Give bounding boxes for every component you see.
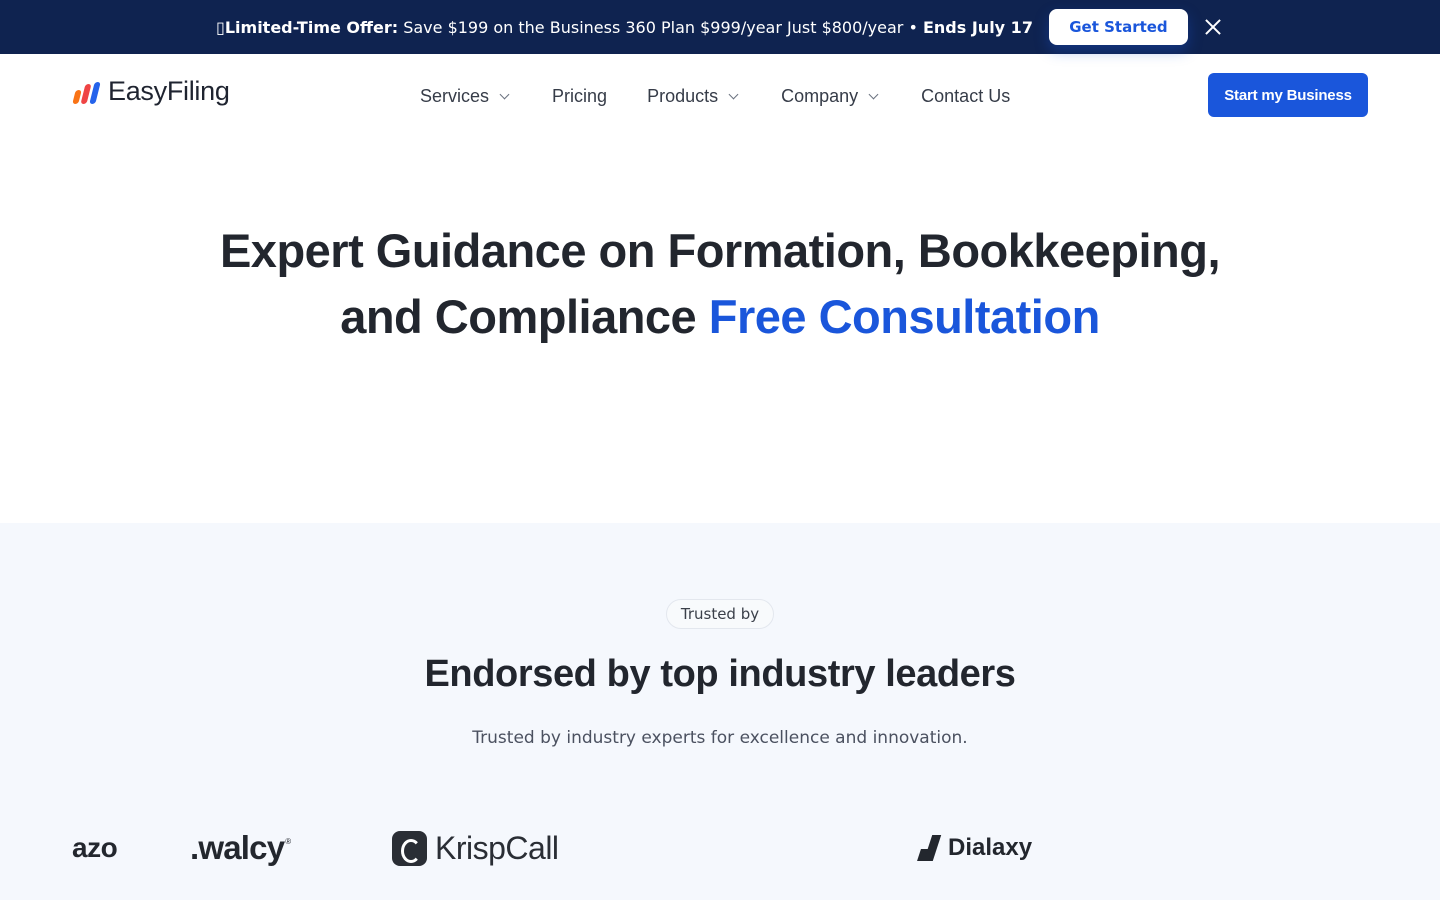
nav-contact-label: Contact Us xyxy=(921,85,1011,106)
nav-products-label: Products xyxy=(647,85,719,106)
brand-name: EasyFiling xyxy=(108,76,230,106)
hero-title-line1: Expert Guidance on Formation, Bookkeepin… xyxy=(219,224,1221,277)
nav-pricing[interactable]: Pricing xyxy=(552,86,607,107)
logo-mark-icon xyxy=(72,80,101,104)
trusted-subtitle: Trusted by industry experts for excellen… xyxy=(472,728,968,748)
partner-logos: azo .walcy ® KrispCall Dialaxy xyxy=(72,813,1368,883)
logo-dialaxy-text: Dialaxy xyxy=(948,834,1033,861)
chevron-down-icon xyxy=(868,89,879,99)
brand-logo[interactable]: EasyFiling xyxy=(72,76,230,107)
trusted-section: Trusted by Endorsed by top industry lead… xyxy=(0,523,1440,900)
hero-title-line2: and Compliance xyxy=(340,290,709,343)
logo-azo: azo xyxy=(72,813,118,883)
nav-services-label: Services xyxy=(420,85,490,106)
nav-company[interactable]: Company xyxy=(781,85,879,107)
promo-offer: Save $199 on the Business 360 Plan $999/… xyxy=(398,17,923,37)
promo-bar: ▯Limited-Time Offer: Save $199 on the Bu… xyxy=(0,0,1440,54)
hero-section: Expert Guidance on Formation, Bookkeepin… xyxy=(0,138,1440,523)
main-nav: Services Pricing Products Company Contac… xyxy=(420,82,1050,110)
promo-lead: Limited-Time Offer: xyxy=(224,17,399,37)
logo-krispcall: KrispCall xyxy=(392,813,559,883)
start-business-button[interactable]: Start my Business xyxy=(1208,73,1368,117)
trusted-badge: Trusted by xyxy=(666,599,774,629)
logo-walcy-text: .walcy xyxy=(190,829,285,866)
nav-contact[interactable]: Contact Us xyxy=(921,86,1010,107)
site-header: EasyFiling Services Pricing Products Com… xyxy=(0,54,1440,138)
promo-text: ▯Limited-Time Offer: Save $199 on the Bu… xyxy=(216,18,1033,37)
logo-krispcall-text: KrispCall xyxy=(435,829,559,866)
hero-title: Expert Guidance on Formation, Bookkeepin… xyxy=(0,218,1440,350)
registered-mark: ® xyxy=(285,836,291,846)
nav-services[interactable]: Services xyxy=(420,85,510,107)
hero-title-accent: Free Consultation xyxy=(708,290,1101,343)
krispcall-icon xyxy=(392,830,427,866)
chevron-down-icon xyxy=(728,89,739,99)
chevron-down-icon xyxy=(499,89,510,99)
logo-azo-text: azo xyxy=(72,832,118,863)
logo-walcy: .walcy ® xyxy=(190,813,291,883)
logo-dialaxy: Dialaxy xyxy=(916,813,1032,883)
get-started-button[interactable]: Get Started xyxy=(1048,9,1188,45)
promo-deadline: Ends July 17 xyxy=(922,17,1033,37)
dialaxy-icon xyxy=(916,835,942,861)
party-icon: ▯ xyxy=(216,17,225,37)
nav-products[interactable]: Products xyxy=(647,85,739,107)
nav-pricing-label: Pricing xyxy=(552,85,608,106)
trusted-title: Endorsed by top industry leaders xyxy=(424,653,1016,695)
nav-company-label: Company xyxy=(781,85,859,106)
close-icon[interactable] xyxy=(1202,16,1224,38)
